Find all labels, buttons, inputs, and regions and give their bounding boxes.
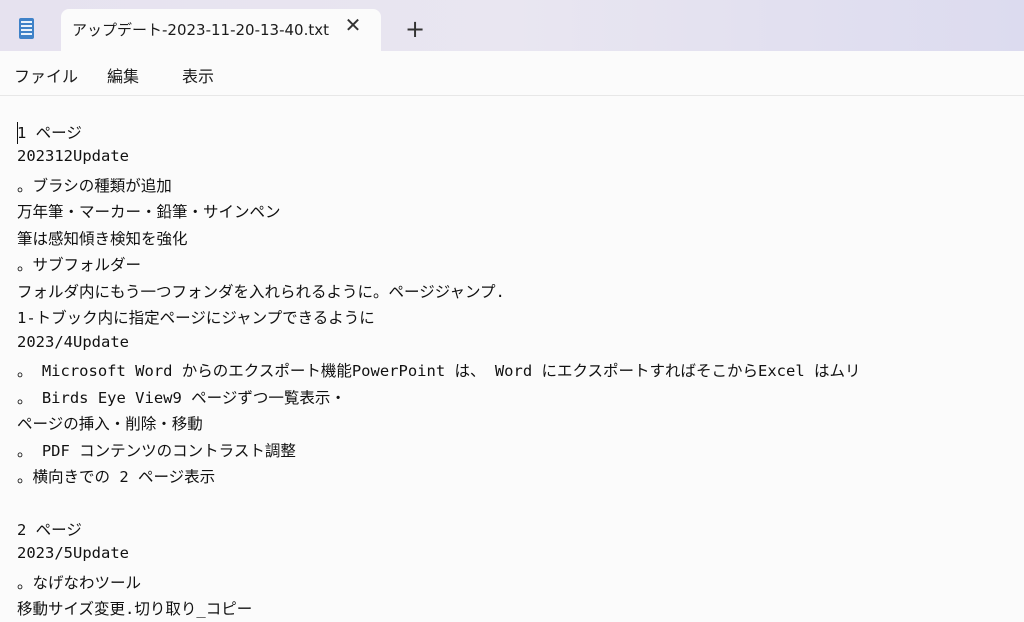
new-tab-button[interactable]: + <box>404 17 426 41</box>
menu-view[interactable]: 表示 <box>182 63 214 87</box>
close-icon[interactable]: ✕ <box>343 14 363 36</box>
editor-line: 万年筆・マーカー・鉛筆・サインペン <box>17 203 281 221</box>
editor-line: 。 Birds Eye View9 ページずつ一覧表示・ <box>17 389 346 407</box>
editor-line: 2023/5Update <box>17 544 129 562</box>
editor-line: 筆は感知傾き検知を強化 <box>17 230 188 248</box>
editor-line: 移動サイズ変更.切り取り_コピー <box>17 600 253 618</box>
editor-line: 。ブラシの種類が追加 <box>17 177 172 195</box>
title-bar: アップデート-2023-11-20-13-40.txt ✕ + <box>0 0 1024 51</box>
editor-line: 。 Microsoft Word からのエクスポート機能PowerPoint は… <box>17 362 861 380</box>
editor-line: 。横向きでの 2 ページ表示 <box>17 468 216 486</box>
editor-line: 。サブフォルダー <box>17 256 142 274</box>
text-caret <box>17 122 18 144</box>
editor-line: 。 PDF コンテンツのコントラスト調整 <box>17 442 296 460</box>
editor-line: 1 ページ <box>17 124 82 142</box>
menu-file[interactable]: ファイル <box>14 63 78 87</box>
tab-title: アップデート-2023-11-20-13-40.txt <box>72 21 329 39</box>
editor-line: 2023/4Update <box>17 333 129 351</box>
menu-bar: ファイル 編集 表示 <box>0 51 1024 95</box>
menu-edit[interactable]: 編集 <box>107 63 139 87</box>
notepad-icon <box>19 18 34 39</box>
editor-line: 1-トブック内に指定ページにジャンプできるように <box>17 309 375 327</box>
editor-line: ページの挿入・削除・移動 <box>17 415 203 433</box>
tab-document[interactable]: アップデート-2023-11-20-13-40.txt ✕ <box>61 9 381 51</box>
editor-line: 2 ページ <box>17 521 82 539</box>
editor-line: フォルダ内にもう一つフォンダを入れられるように。ページジャンプ. <box>17 283 505 301</box>
editor-line: 202312Update <box>17 147 129 165</box>
editor-line: 。なげなわツール <box>17 574 142 592</box>
